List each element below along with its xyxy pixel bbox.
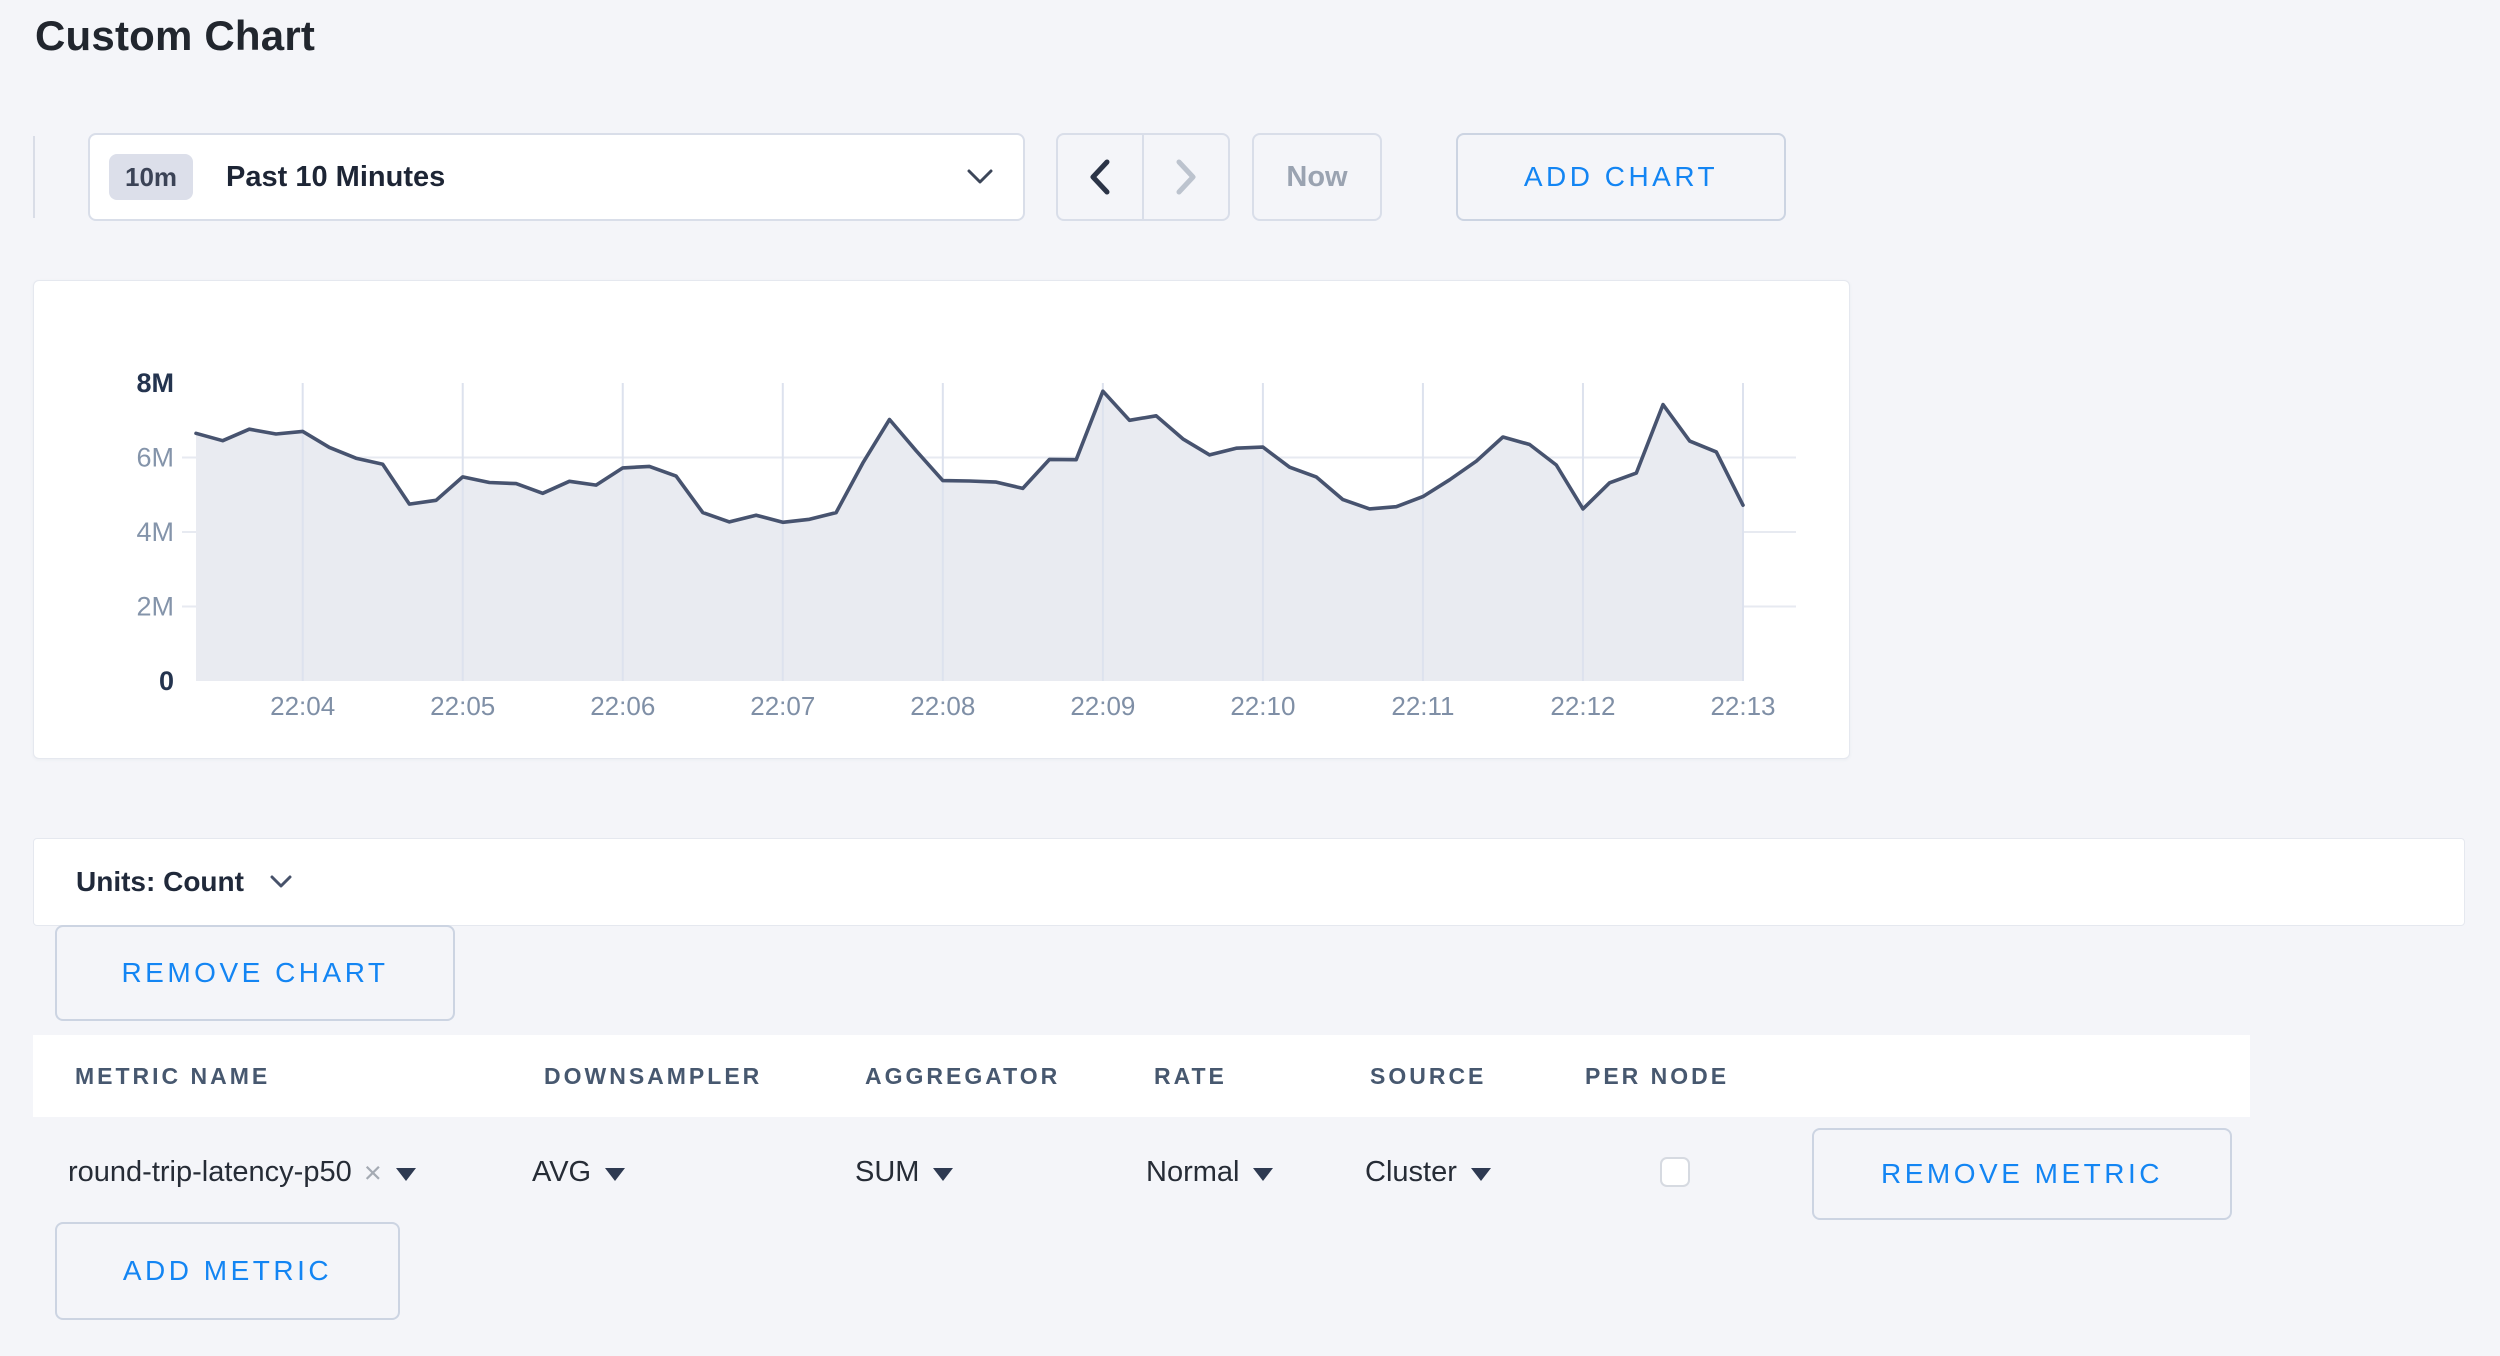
toolbar-divider	[33, 136, 35, 218]
dropdown-caret-icon	[1471, 1168, 1491, 1181]
page-title: Custom Chart	[35, 12, 315, 60]
units-select[interactable]: Units: Count	[76, 866, 244, 898]
step-forward-button[interactable]	[1144, 135, 1228, 219]
step-back-button[interactable]	[1058, 135, 1142, 219]
chevron-down-icon	[270, 875, 292, 889]
y-axis-tick-label: 6M	[136, 443, 174, 473]
downsampler-select[interactable]: AVG	[532, 1117, 625, 1228]
x-axis-tick-label: 22:11	[1391, 691, 1454, 721]
time-step-group	[1056, 133, 1230, 221]
now-button[interactable]: Now	[1252, 133, 1382, 221]
add-chart-button[interactable]: ADD CHART	[1456, 133, 1786, 221]
x-axis-tick-label: 22:05	[430, 691, 495, 721]
x-axis-tick-label: 22:09	[1070, 691, 1135, 721]
x-axis-tick-label: 22:13	[1710, 691, 1775, 721]
y-axis-tick-label: 8M	[136, 368, 174, 398]
time-range-select[interactable]: 10m Past 10 Minutes	[88, 133, 1025, 221]
y-axis-tick-label: 4M	[136, 517, 174, 547]
chevron-right-icon	[1175, 159, 1197, 195]
metrics-table-header: METRIC NAME DOWNSAMPLER AGGREGATOR RATE …	[33, 1035, 2250, 1117]
remove-chart-button[interactable]: REMOVE CHART	[55, 925, 455, 1021]
x-axis-tick-label: 22:04	[270, 691, 335, 721]
col-header-downsampler: DOWNSAMPLER	[544, 1035, 762, 1117]
source-value: Cluster	[1365, 1156, 1457, 1189]
timeseries-chart: 8M 6M 4M 2M 0 22:04 22:05 22:06 22:07 22:08 22:09 2…	[34, 281, 1849, 758]
dropdown-caret-icon	[933, 1168, 953, 1181]
x-axis-tick-label: 22:08	[910, 691, 975, 721]
col-header-aggregator: AGGREGATOR	[865, 1035, 1060, 1117]
rate-select[interactable]: Normal	[1146, 1117, 1273, 1228]
y-axis-tick-label: 0	[159, 666, 174, 696]
dropdown-caret-icon	[605, 1168, 625, 1181]
metric-name-select[interactable]: round-trip-latency-p50 ×	[68, 1117, 416, 1228]
chevron-left-icon	[1089, 159, 1111, 195]
x-axis-tick-label: 22:07	[750, 691, 815, 721]
metric-name-value: round-trip-latency-p50	[68, 1156, 352, 1189]
rate-value: Normal	[1146, 1156, 1239, 1189]
x-axis-tick-label: 22:06	[590, 691, 655, 721]
col-header-source: SOURCE	[1370, 1035, 1486, 1117]
metric-row: round-trip-latency-p50 × AVG SUM Normal …	[33, 1117, 2250, 1228]
per-node-checkbox[interactable]	[1660, 1157, 1690, 1187]
col-header-per-node: PER NODE	[1585, 1035, 1729, 1117]
units-bar: Units: Count	[33, 838, 2465, 926]
aggregator-select[interactable]: SUM	[855, 1117, 953, 1228]
source-select[interactable]: Cluster	[1365, 1117, 1491, 1228]
chevron-down-icon	[967, 169, 993, 185]
dropdown-caret-icon	[396, 1168, 416, 1181]
time-window-label: Past 10 Minutes	[226, 161, 967, 194]
chart-card: 8M 6M 4M 2M 0 22:04 22:05 22:06 22:07 22:08 22:09 2…	[33, 280, 1850, 759]
x-axis-tick-label: 22:10	[1230, 691, 1295, 721]
add-metric-button[interactable]: ADD METRIC	[55, 1222, 400, 1320]
aggregator-value: SUM	[855, 1156, 919, 1189]
x-axis-tick-label: 22:12	[1550, 691, 1615, 721]
time-window-badge: 10m	[109, 154, 193, 200]
remove-metric-button[interactable]: REMOVE METRIC	[1812, 1128, 2232, 1220]
col-header-rate: RATE	[1154, 1035, 1227, 1117]
downsampler-value: AVG	[532, 1156, 591, 1189]
dropdown-caret-icon	[1253, 1168, 1273, 1181]
clear-metric-icon[interactable]: ×	[364, 1155, 382, 1191]
col-header-metric-name: METRIC NAME	[75, 1035, 270, 1117]
y-axis-tick-label: 2M	[136, 592, 174, 622]
